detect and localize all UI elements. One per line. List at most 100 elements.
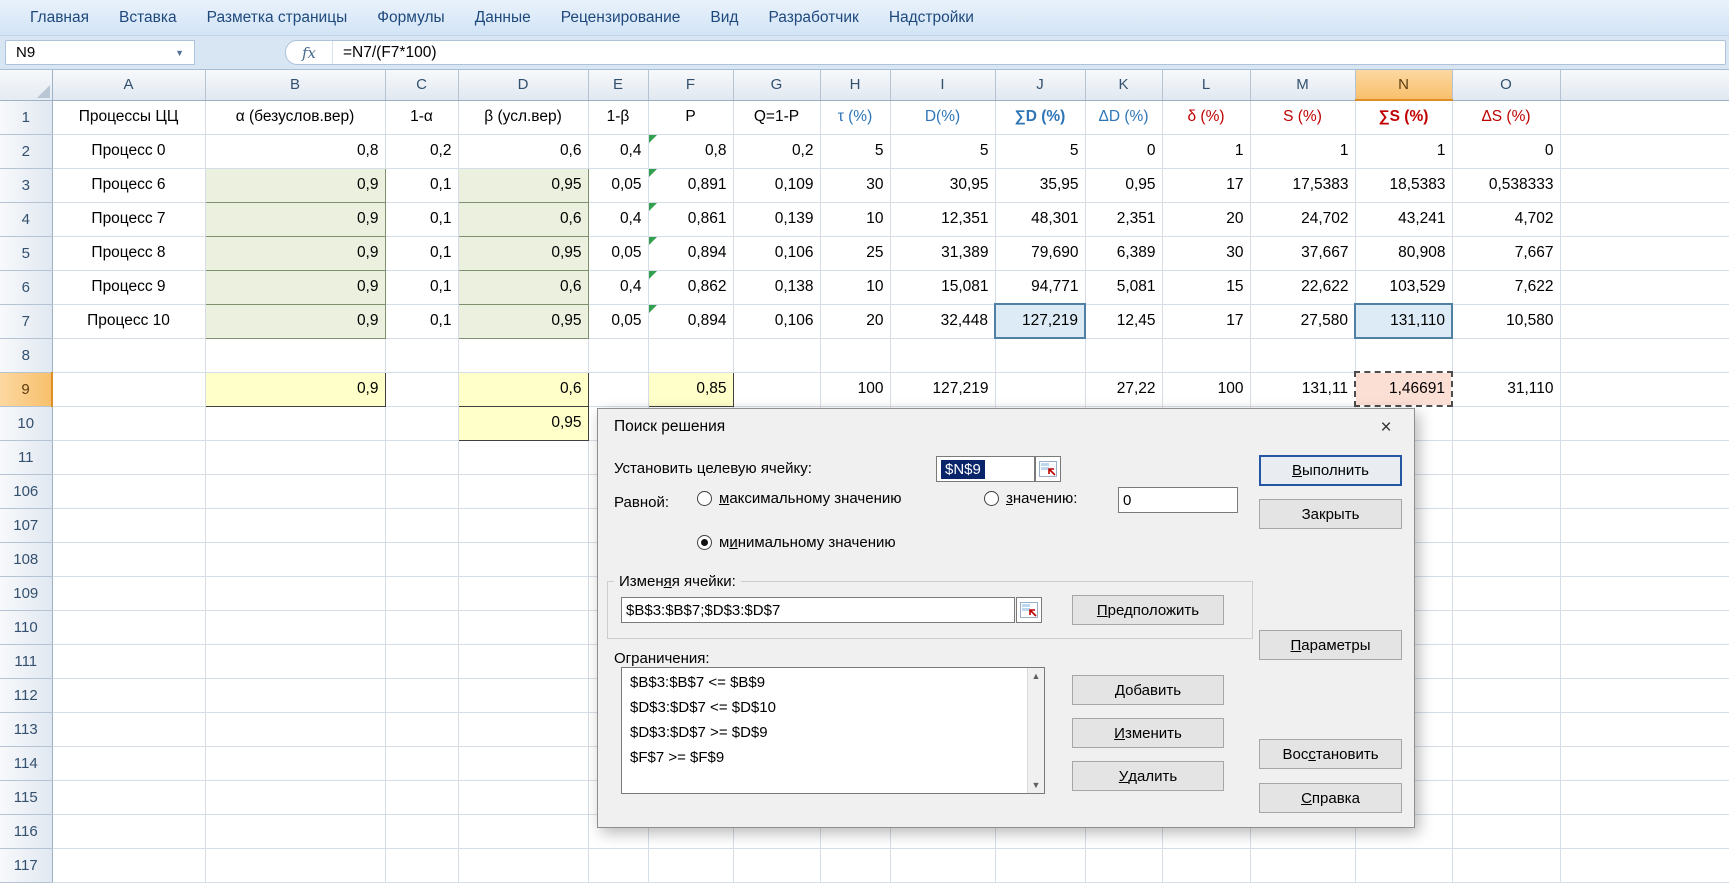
- cell-H6[interactable]: 10: [820, 270, 890, 304]
- cell-overflow3[interactable]: [1560, 168, 1729, 202]
- cell-N117[interactable]: [1355, 848, 1452, 882]
- cell-F1[interactable]: P: [648, 100, 733, 134]
- cell-J117[interactable]: [995, 848, 1085, 882]
- cell-B108[interactable]: [205, 542, 385, 576]
- cell-A7[interactable]: Процесс 10: [52, 304, 205, 338]
- cell-B107[interactable]: [205, 508, 385, 542]
- cell-F9[interactable]: 0,85: [648, 372, 733, 406]
- cell-O10[interactable]: [1452, 406, 1560, 440]
- exact-value-input[interactable]: 0: [1118, 487, 1238, 513]
- cell-N8[interactable]: [1355, 338, 1452, 372]
- cell-G9[interactable]: [733, 372, 820, 406]
- constraints-listbox[interactable]: $B$3:$B$7 <= $B$9$D$3:$D$7 <= $D$10$D$3:…: [621, 667, 1045, 794]
- cell-M2[interactable]: 1: [1250, 134, 1355, 168]
- cell-E8[interactable]: [588, 338, 648, 372]
- cell-F4[interactable]: 0,861: [648, 202, 733, 236]
- changing-range-selector-button[interactable]: [1016, 597, 1042, 623]
- cell-B113[interactable]: [205, 712, 385, 746]
- row-header-112[interactable]: 112: [0, 678, 52, 712]
- cell-K4[interactable]: 2,351: [1085, 202, 1162, 236]
- ribbon-tab-view[interactable]: Вид: [710, 9, 738, 27]
- cell-A117[interactable]: [52, 848, 205, 882]
- cell-A113[interactable]: [52, 712, 205, 746]
- ribbon-tab-add-ins[interactable]: Надстройки: [889, 9, 974, 27]
- cell-A111[interactable]: [52, 644, 205, 678]
- target-range-selector-button[interactable]: [1035, 456, 1061, 482]
- cell-A11[interactable]: [52, 440, 205, 474]
- cell-A108[interactable]: [52, 542, 205, 576]
- cell-G4[interactable]: 0,139: [733, 202, 820, 236]
- cell-O113[interactable]: [1452, 712, 1560, 746]
- cell-C10[interactable]: [385, 406, 458, 440]
- cell-D7[interactable]: 0,95: [458, 304, 588, 338]
- cell-O3[interactable]: 0,538333: [1452, 168, 1560, 202]
- cell-K6[interactable]: 5,081: [1085, 270, 1162, 304]
- cell-J4[interactable]: 48,301: [995, 202, 1085, 236]
- column-header-H[interactable]: H: [820, 70, 890, 100]
- cell-F8[interactable]: [648, 338, 733, 372]
- cell-G7[interactable]: 0,106: [733, 304, 820, 338]
- row-header-2[interactable]: 2: [0, 134, 52, 168]
- cell-A109[interactable]: [52, 576, 205, 610]
- row-header-4[interactable]: 4: [0, 202, 52, 236]
- cell-G117[interactable]: [733, 848, 820, 882]
- cell-D1[interactable]: β (усл.вер): [458, 100, 588, 134]
- cell-A110[interactable]: [52, 610, 205, 644]
- cell-I8[interactable]: [890, 338, 995, 372]
- cell-N5[interactable]: 80,908: [1355, 236, 1452, 270]
- cell-K1[interactable]: ΔD (%): [1085, 100, 1162, 134]
- row-header-5[interactable]: 5: [0, 236, 52, 270]
- cell-I6[interactable]: 15,081: [890, 270, 995, 304]
- cell-C1[interactable]: 1-α: [385, 100, 458, 134]
- cell-C108[interactable]: [385, 542, 458, 576]
- restore-button[interactable]: Восстановить: [1259, 739, 1402, 769]
- column-header-overflow[interactable]: [1560, 70, 1729, 100]
- row-header-117[interactable]: 117: [0, 848, 52, 882]
- row-header-8[interactable]: 8: [0, 338, 52, 372]
- row-header-11[interactable]: 11: [0, 440, 52, 474]
- cell-D107[interactable]: [458, 508, 588, 542]
- cell-overflow114[interactable]: [1560, 746, 1729, 780]
- cell-overflow111[interactable]: [1560, 644, 1729, 678]
- cell-O106[interactable]: [1452, 474, 1560, 508]
- cell-overflow1[interactable]: [1560, 100, 1729, 134]
- cell-overflow108[interactable]: [1560, 542, 1729, 576]
- cell-overflow116[interactable]: [1560, 814, 1729, 848]
- cell-G8[interactable]: [733, 338, 820, 372]
- cell-L9[interactable]: 100: [1162, 372, 1250, 406]
- ribbon-tab-formulas[interactable]: Формулы: [377, 9, 444, 27]
- cell-D11[interactable]: [458, 440, 588, 474]
- cell-N1[interactable]: ∑S (%): [1355, 100, 1452, 134]
- cell-K8[interactable]: [1085, 338, 1162, 372]
- cell-D3[interactable]: 0,95: [458, 168, 588, 202]
- cell-K117[interactable]: [1085, 848, 1162, 882]
- ribbon-tab-home[interactable]: Главная: [30, 9, 89, 27]
- row-header-1[interactable]: 1: [0, 100, 52, 134]
- cell-D106[interactable]: [458, 474, 588, 508]
- scroll-down-icon[interactable]: ▼: [1028, 777, 1044, 793]
- cell-O107[interactable]: [1452, 508, 1560, 542]
- cell-I3[interactable]: 30,95: [890, 168, 995, 202]
- cell-O116[interactable]: [1452, 814, 1560, 848]
- cell-M6[interactable]: 22,622: [1250, 270, 1355, 304]
- cell-O8[interactable]: [1452, 338, 1560, 372]
- column-header-L[interactable]: L: [1162, 70, 1250, 100]
- cell-O109[interactable]: [1452, 576, 1560, 610]
- cell-E3[interactable]: 0,05: [588, 168, 648, 202]
- cell-B4[interactable]: 0,9: [205, 202, 385, 236]
- cell-B5[interactable]: 0,9: [205, 236, 385, 270]
- cell-C9[interactable]: [385, 372, 458, 406]
- cell-A115[interactable]: [52, 780, 205, 814]
- constraint-item-4[interactable]: $F$7 >= $F$9: [622, 745, 1026, 770]
- cell-I4[interactable]: 12,351: [890, 202, 995, 236]
- cell-I5[interactable]: 31,389: [890, 236, 995, 270]
- cell-B116[interactable]: [205, 814, 385, 848]
- close-button[interactable]: Закрыть: [1259, 499, 1402, 529]
- cell-A2[interactable]: Процесс 0: [52, 134, 205, 168]
- cell-O112[interactable]: [1452, 678, 1560, 712]
- cell-D116[interactable]: [458, 814, 588, 848]
- cell-D8[interactable]: [458, 338, 588, 372]
- cell-D108[interactable]: [458, 542, 588, 576]
- cell-E2[interactable]: 0,4: [588, 134, 648, 168]
- cell-C7[interactable]: 0,1: [385, 304, 458, 338]
